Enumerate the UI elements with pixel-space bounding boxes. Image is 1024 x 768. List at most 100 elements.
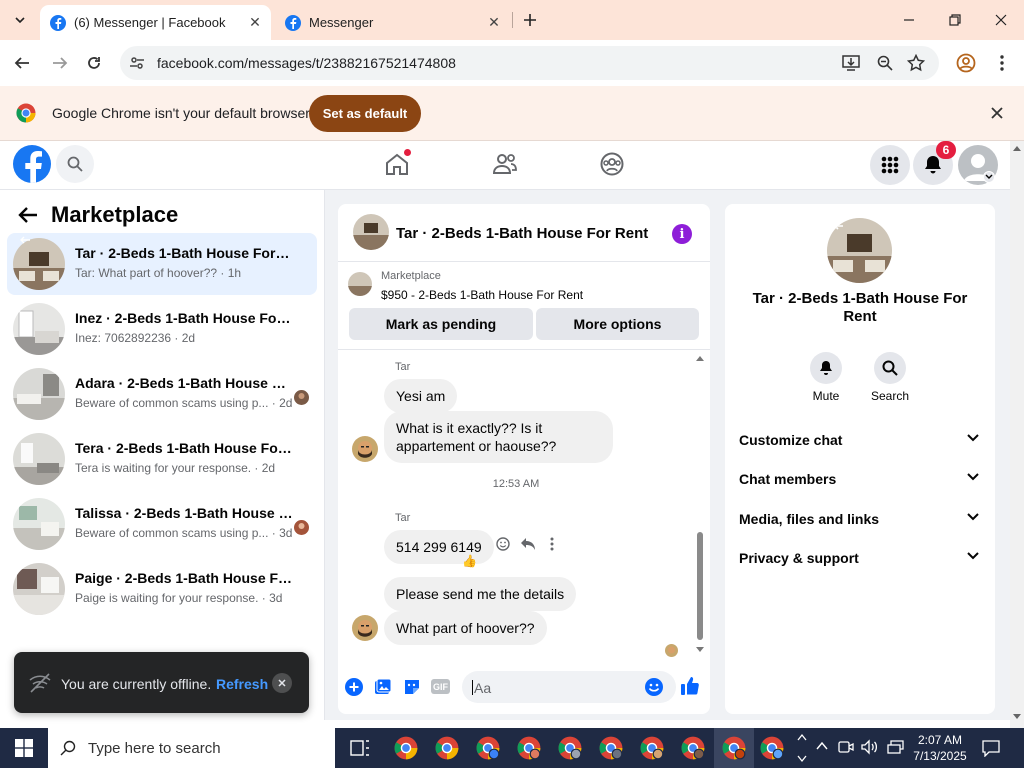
listing-avatar-large[interactable] <box>827 218 892 283</box>
webcam-icon[interactable] <box>838 739 854 755</box>
back-arrow-icon[interactable] <box>18 206 38 224</box>
sticker-icon[interactable] <box>403 678 421 696</box>
conversation-item[interactable]: Adara · 2-Beds 1-Bath House For... Bewar… <box>7 363 317 425</box>
notification-center-icon[interactable] <box>982 739 1000 757</box>
chat-scrollbar[interactable] <box>694 352 706 658</box>
more-actions-icon[interactable] <box>550 537 554 551</box>
sender-avatar[interactable] <box>352 436 378 462</box>
more-options-button[interactable]: More options <box>536 308 699 340</box>
volume-icon[interactable] <box>861 739 879 755</box>
listing-title[interactable]: $950 - 2-Beds 1-Bath House For Rent <box>381 288 583 302</box>
conversation-item[interactable]: Tar · 2-Beds 1-Bath House For Rent Tar: … <box>7 233 317 295</box>
tab-divider <box>512 12 513 28</box>
address-bar[interactable]: facebook.com/messages/t/2388216752147480… <box>120 46 939 80</box>
facebook-logo-icon[interactable] <box>13 145 51 183</box>
text-caret <box>472 680 473 695</box>
add-plus-icon[interactable] <box>345 678 363 696</box>
offline-toast: You are currently offline. Refresh <box>14 652 309 713</box>
emoji-icon[interactable] <box>644 677 664 697</box>
mute-label: Mute <box>812 389 840 403</box>
clock-time: 2:07 AM <box>917 733 963 747</box>
search-icon <box>67 156 83 172</box>
conversation-item[interactable]: Inez · 2-Beds 1-Bath House For Rent Inez… <box>7 298 317 360</box>
tab-close-icon[interactable]: ✕ <box>484 14 504 31</box>
chrome-taskbar-icon[interactable] <box>427 728 467 768</box>
message-bubble[interactable]: Please send me the details <box>384 577 577 611</box>
window-close-icon[interactable] <box>989 8 1013 32</box>
message-bubble[interactable]: What part of hoover?? <box>384 611 547 645</box>
media-files-links-section[interactable]: Media, files and links <box>739 511 983 535</box>
message-input[interactable]: Aa <box>462 671 676 703</box>
taskbar-scroll-arrows[interactable] <box>796 730 808 766</box>
install-app-icon[interactable] <box>842 55 860 71</box>
tab-search-chevron-icon[interactable] <box>8 8 32 32</box>
taskbar-clock[interactable]: 2:07 AM 7/13/2025 <box>912 732 968 764</box>
profile-icon[interactable] <box>954 51 978 75</box>
chrome-taskbar-icon[interactable] <box>386 728 426 768</box>
bookmark-star-icon[interactable] <box>907 54 925 72</box>
info-icon[interactable]: i <box>672 224 692 244</box>
message-bubble[interactable]: What is it exactly?? Is it appartement o… <box>384 411 613 463</box>
chat-scrollbar-thumb[interactable] <box>697 532 703 640</box>
account-chevron-icon[interactable] <box>983 171 995 183</box>
message-bubble[interactable]: 514 299 6149 <box>384 530 494 564</box>
forward-arrow-icon[interactable] <box>48 51 72 75</box>
customize-chat-section[interactable]: Customize chat <box>739 432 983 456</box>
chrome-profile-taskbar-icon[interactable] <box>591 728 631 768</box>
browser-menu-icon[interactable] <box>990 51 1014 75</box>
fb-search-button[interactable] <box>56 145 94 183</box>
page-scrollbar[interactable] <box>1010 141 1024 728</box>
chrome-profile-taskbar-icon[interactable] <box>632 728 672 768</box>
chrome-profile-taskbar-icon-active[interactable] <box>714 728 754 768</box>
react-smiley-icon[interactable] <box>496 537 510 551</box>
thumbs-up-reaction-icon[interactable]: 👍 <box>462 554 477 568</box>
conversation-item[interactable]: Tera · 2-Beds 1-Bath House For Rent Tera… <box>7 428 317 490</box>
toast-close-icon[interactable] <box>272 673 292 693</box>
new-tab-plus-icon[interactable] <box>518 8 542 32</box>
search-icon <box>60 740 76 756</box>
conversation-item[interactable]: Paige · 2-Beds 1-Bath House For R... Pai… <box>7 558 317 620</box>
chrome-profile-taskbar-icon[interactable] <box>468 728 508 768</box>
chat-title[interactable]: Tar · 2-Beds 1-Bath House For Rent <box>396 225 648 242</box>
browser-tab-messenger-facebook[interactable]: (6) Messenger | Facebook ✕ <box>40 5 271 40</box>
photo-icon[interactable] <box>374 678 392 696</box>
chrome-profile-taskbar-icon[interactable] <box>752 728 792 768</box>
chrome-profile-taskbar-icon[interactable] <box>509 728 549 768</box>
friends-icon[interactable] <box>493 153 517 175</box>
browser-tab-messenger[interactable]: Messenger ✕ <box>275 5 510 40</box>
mark-as-pending-button[interactable]: Mark as pending <box>349 308 533 340</box>
groups-icon[interactable] <box>600 152 624 176</box>
chrome-profile-taskbar-icon[interactable] <box>673 728 713 768</box>
chat-listing-avatar[interactable] <box>353 214 389 250</box>
conversation-item[interactable]: Talissa · 2-Beds 1-Bath House Fo... Bewa… <box>7 493 317 555</box>
infobar-close-icon[interactable] <box>990 106 1004 120</box>
set-as-default-button[interactable]: Set as default <box>309 95 421 132</box>
back-arrow-icon[interactable] <box>10 51 34 75</box>
mute-button[interactable] <box>810 352 842 384</box>
windows-start-icon[interactable] <box>4 728 44 768</box>
thumbs-up-send-icon[interactable] <box>680 676 700 696</box>
zoom-icon[interactable] <box>877 55 893 71</box>
network-icon[interactable] <box>886 739 904 755</box>
gif-icon[interactable]: GIF <box>431 679 450 694</box>
tray-chevron-up-icon[interactable] <box>816 741 828 751</box>
message-bubble[interactable]: Yesi am <box>384 379 458 413</box>
search-icon <box>882 360 898 376</box>
conversation-name: Talissa · 2-Beds 1-Bath House Fo... <box>75 505 293 521</box>
tab-close-icon[interactable]: ✕ <box>245 14 265 31</box>
conversation-preview: Tar: What part of hoover?? · 1h <box>75 266 242 280</box>
search-in-conversation-button[interactable] <box>874 352 906 384</box>
refresh-link[interactable]: Refresh <box>216 676 268 692</box>
chat-members-section[interactable]: Chat members <box>739 471 983 495</box>
taskbar-search-box[interactable]: Type here to search <box>48 728 335 768</box>
site-info-icon[interactable] <box>129 55 145 71</box>
menu-grid-button[interactable] <box>870 145 910 185</box>
minimize-icon[interactable] <box>897 8 921 32</box>
reload-icon[interactable] <box>82 51 106 75</box>
restore-icon[interactable] <box>943 8 967 32</box>
task-view-icon[interactable] <box>340 728 380 768</box>
privacy-support-section[interactable]: Privacy & support <box>739 550 983 574</box>
reply-icon[interactable] <box>520 537 536 551</box>
sender-avatar[interactable] <box>352 615 378 641</box>
chrome-profile-taskbar-icon[interactable] <box>550 728 590 768</box>
